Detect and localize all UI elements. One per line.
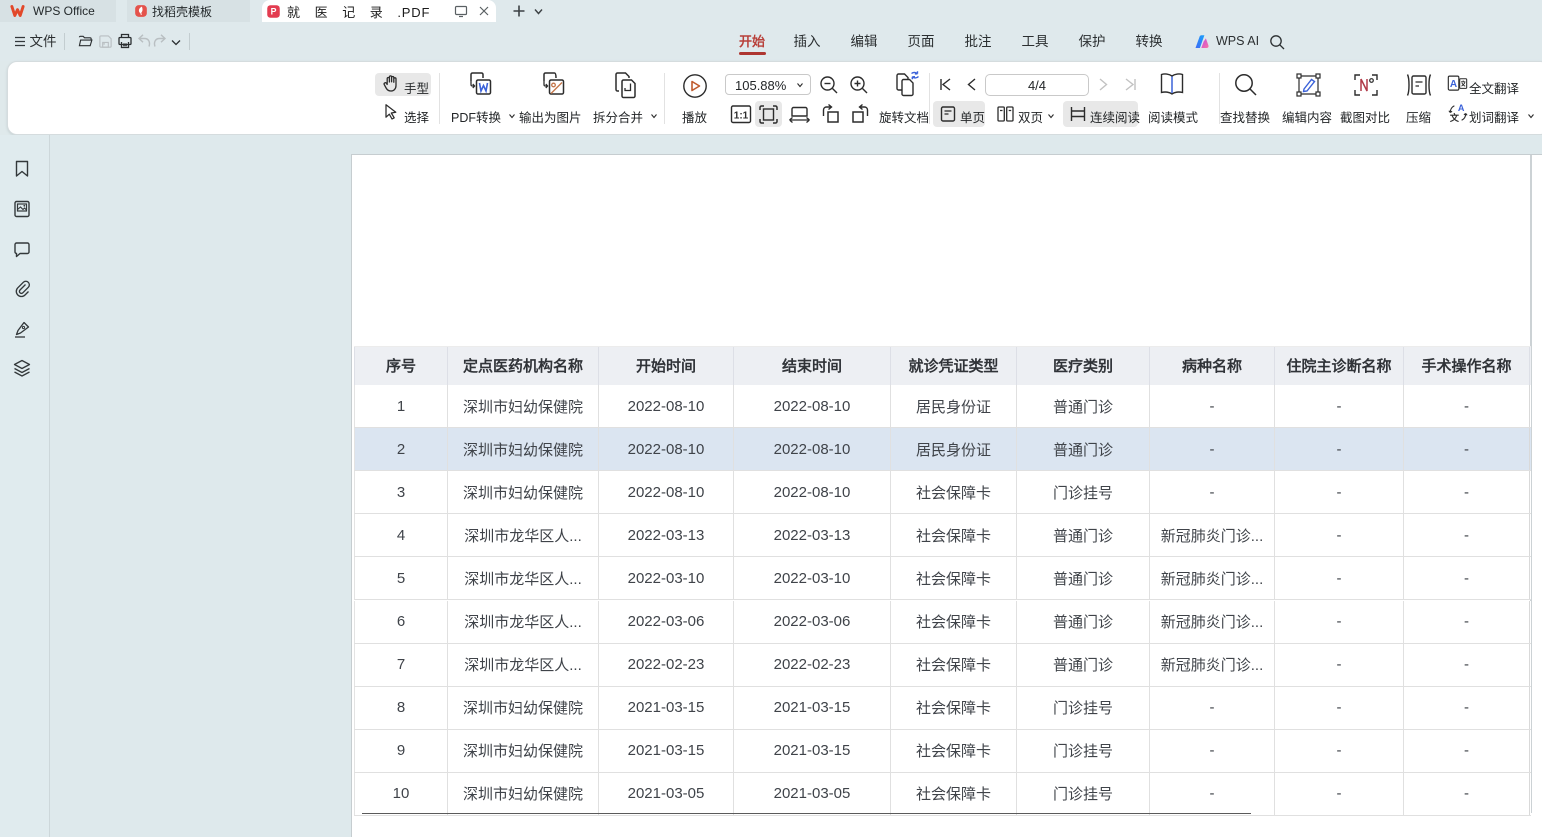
svg-text:A: A [1450, 79, 1457, 90]
svg-text:A: A [1458, 103, 1465, 113]
svg-text:P: P [271, 6, 277, 16]
svg-text:1:1: 1:1 [734, 111, 749, 122]
svg-text:文: 文 [1449, 112, 1460, 123]
